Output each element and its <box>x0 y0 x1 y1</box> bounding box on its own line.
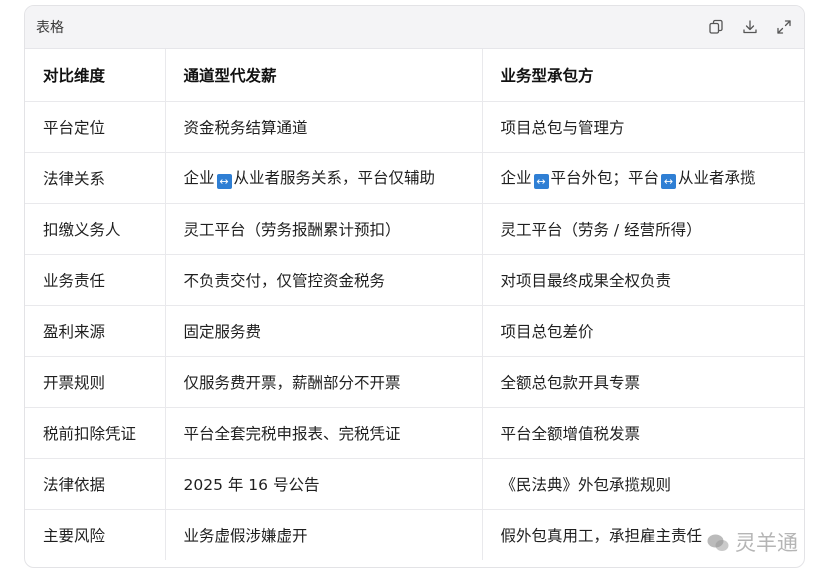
cell-channel: 仅服务费开票，薪酬部分不开票 <box>165 356 483 408</box>
table-row: 法律依据 2025 年 16 号公告 《民法典》外包承揽规则 <box>25 458 804 510</box>
header-dimension: 对比维度 <box>25 49 166 102</box>
cell-dimension: 税前扣除凭证 <box>25 407 166 459</box>
expand-icon[interactable] <box>776 19 792 35</box>
copy-icon[interactable] <box>708 19 724 35</box>
cell-channel: 业务虚假涉嫌虚开 <box>165 509 483 560</box>
table-row: 平台定位 资金税务结算通道 项目总包与管理方 <box>25 101 804 153</box>
cell-dimension: 法律关系 <box>25 152 166 204</box>
table-row: 盈利来源 固定服务费 项目总包差价 <box>25 305 804 357</box>
table-panel: 表格 对比维度 通道型代发薪 业务型承包方 平台定位 资金税务结算通道 项目总包… <box>24 5 805 568</box>
panel-header: 表格 <box>25 6 804 49</box>
cell-contract: 平台全额增值税发票 <box>482 407 804 459</box>
cell-channel: 平台全套完税申报表、完税凭证 <box>165 407 483 459</box>
cell-dimension: 开票规则 <box>25 356 166 408</box>
cell-channel: 固定服务费 <box>165 305 483 357</box>
table-row: 业务责任 不负责交付，仅管控资金税务 对项目最终成果全权负责 <box>25 254 804 306</box>
panel-title: 表格 <box>36 20 64 36</box>
cell-text: 企业 <box>183 169 215 187</box>
cell-contract: 假外包真用工，承担雇主责任 <box>500 526 703 545</box>
cell-dimension: 扣缴义务人 <box>25 203 166 255</box>
bidirectional-arrow-icon: ↔ <box>216 174 232 189</box>
cell-dimension: 法律依据 <box>25 458 166 510</box>
cell-channel: 灵工平台（劳务报酬累计预扣） <box>165 203 483 255</box>
cell-dimension: 主要风险 <box>25 509 166 560</box>
header-contract: 业务型承包方 <box>482 49 804 102</box>
cell-channel: 2025 年 16 号公告 <box>165 458 483 510</box>
cell-contract: 灵工平台（劳务 / 经营所得） <box>482 203 804 255</box>
cell-channel: 企业 ↔ 从业者服务关系，平台仅辅助 <box>165 152 483 204</box>
table-row: 税前扣除凭证 平台全套完税申报表、完税凭证 平台全额增值税发票 <box>25 407 804 459</box>
cell-dimension: 平台定位 <box>25 101 166 153</box>
table-row: 法律关系 企业 ↔ 从业者服务关系，平台仅辅助 企业 ↔ 平台外包；平台 ↔ 从业者承揽 <box>25 152 804 204</box>
cell-contract: 《民法典》外包承揽规则 <box>482 458 804 510</box>
table-row: 主要风险 业务虚假涉嫌虚开 假外包真用工，承担雇主责任 <box>25 509 804 560</box>
cell-contract: 项目总包与管理方 <box>482 101 804 153</box>
header-channel: 通道型代发薪 <box>165 49 483 102</box>
download-icon[interactable] <box>742 19 758 35</box>
bidirectional-arrow-icon: ↔ <box>533 174 549 189</box>
cell-text: 企业 <box>500 169 532 187</box>
cell-contract: 对项目最终成果全权负责 <box>482 254 804 306</box>
comparison-table: 对比维度 通道型代发薪 业务型承包方 平台定位 资金税务结算通道 项目总包与管理… <box>25 49 804 560</box>
cell-contract: 企业 ↔ 平台外包；平台 ↔ 从业者承揽 <box>482 152 804 204</box>
cell-text: 平台外包；平台 <box>550 169 660 187</box>
cell-text: 从业者承揽 <box>678 169 756 187</box>
cell-contract: 全额总包款开具专票 <box>482 356 804 408</box>
cell-channel: 资金税务结算通道 <box>165 101 483 153</box>
cell-text: 从业者服务关系，平台仅辅助 <box>233 169 436 187</box>
cell-contract: 项目总包差价 <box>482 305 804 357</box>
table-header-row: 对比维度 通道型代发薪 业务型承包方 <box>25 49 804 102</box>
cell-dimension: 盈利来源 <box>25 305 166 357</box>
cell-dimension: 业务责任 <box>25 254 166 306</box>
bidirectional-arrow-icon: ↔ <box>661 174 677 189</box>
table-row: 开票规则 仅服务费开票，薪酬部分不开票 全额总包款开具专票 <box>25 356 804 408</box>
cell-channel: 不负责交付，仅管控资金税务 <box>165 254 483 306</box>
table-row: 扣缴义务人 灵工平台（劳务报酬累计预扣） 灵工平台（劳务 / 经营所得） <box>25 203 804 255</box>
header-actions <box>708 19 792 35</box>
